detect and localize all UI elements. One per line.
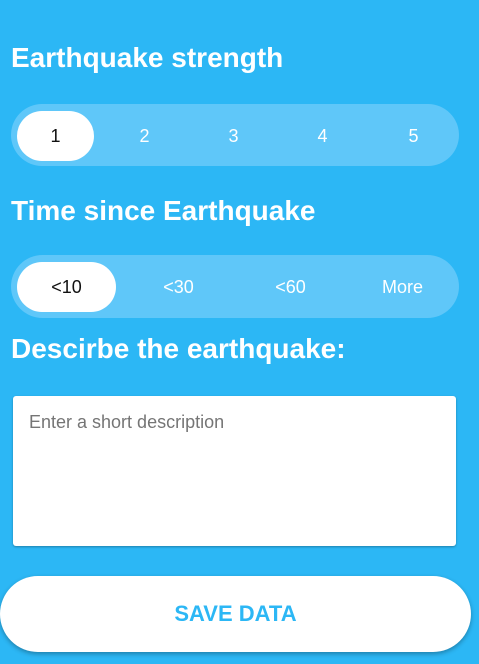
strength-option-4[interactable]: 4: [284, 111, 361, 161]
strength-option-5[interactable]: 5: [375, 111, 452, 161]
time-selector: <10 <30 <60 More: [11, 255, 459, 318]
strength-option-1[interactable]: 1: [17, 111, 94, 161]
save-data-button[interactable]: SAVE DATA: [0, 576, 471, 652]
description-input[interactable]: [13, 396, 456, 546]
strength-option-3[interactable]: 3: [195, 111, 272, 161]
time-option-more[interactable]: More: [353, 262, 452, 312]
time-option-10[interactable]: <10: [17, 262, 116, 312]
time-option-30[interactable]: <30: [129, 262, 228, 312]
description-title: Descirbe the earthquake:: [11, 333, 346, 364]
strength-title: Earthquake strength: [11, 42, 284, 73]
time-option-60[interactable]: <60: [241, 262, 340, 312]
strength-option-2[interactable]: 2: [106, 111, 183, 161]
strength-selector: 1 2 3 4 5: [11, 104, 459, 166]
time-title: Time since Earthquake: [11, 195, 316, 226]
